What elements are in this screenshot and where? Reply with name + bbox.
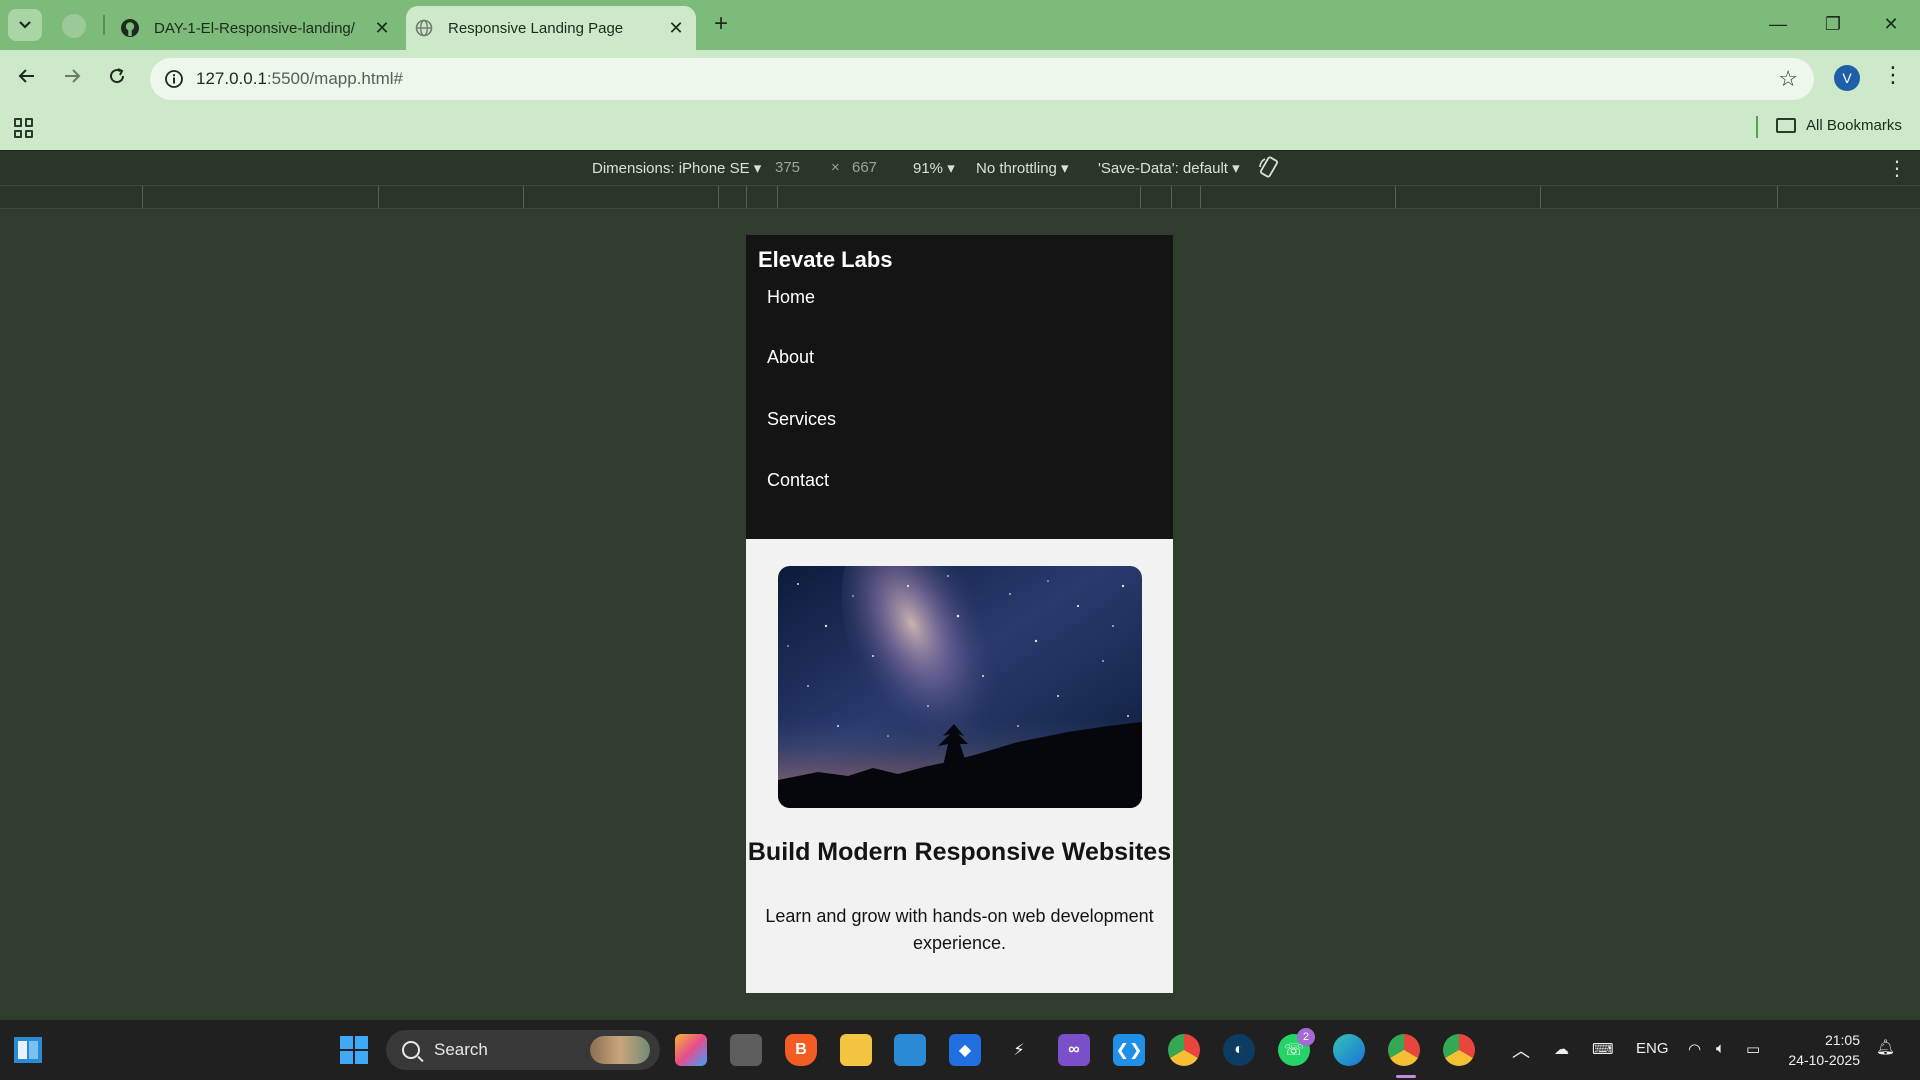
language-indicator[interactable]: ENG (1636, 1040, 1669, 1057)
nav-item-about: About (758, 327, 1161, 389)
forward-button[interactable] (57, 64, 87, 94)
url-text[interactable]: 127.0.0.1:5500/mapp.html# (196, 69, 403, 89)
address-bar[interactable]: 127.0.0.1:5500/mapp.html# ☆ (150, 58, 1814, 100)
wifi-icon[interactable]: ◠ (1688, 1040, 1701, 1058)
github-icon (120, 18, 140, 38)
keyboard-icon[interactable]: ⌨ (1592, 1040, 1614, 1058)
tab-title: Responsive Landing Page (448, 19, 624, 37)
site-info-icon[interactable] (162, 67, 186, 91)
globe-icon (414, 18, 434, 38)
task-view-icon[interactable] (730, 1034, 762, 1066)
apps-grid-icon[interactable] (14, 118, 34, 138)
media-query-ruler (0, 185, 1920, 209)
file-explorer-icon[interactable] (840, 1034, 872, 1066)
restore-button[interactable]: ❐ (1818, 10, 1848, 38)
bookmarks-bar: All Bookmarks (0, 108, 1920, 150)
visual-studio-icon[interactable]: ∞ (1058, 1034, 1090, 1066)
nav-item-contact: Contact (758, 450, 1161, 512)
back-arrow-icon (18, 69, 34, 83)
site-logo[interactable]: Elevate Labs (758, 247, 1161, 273)
tab-separator (103, 15, 105, 35)
reload-button[interactable] (102, 64, 132, 94)
forward-arrow-icon (65, 69, 81, 83)
throttling-select[interactable]: No throttling ▾ (976, 159, 1069, 177)
brave-icon[interactable]: B (785, 1034, 817, 1066)
viewport-width-input[interactable]: 375 (775, 159, 800, 176)
chrome-profile-icon[interactable] (1388, 1034, 1420, 1066)
new-tab-button[interactable]: + (708, 12, 734, 38)
emulated-viewport: Elevate Labs Home About Services Contact (746, 235, 1173, 993)
whatsapp-unread-badge: 2 (1297, 1028, 1315, 1046)
search-highlight-image (590, 1036, 650, 1064)
clock-time: 21:05 (1824, 1032, 1860, 1048)
windows-start-icon[interactable] (338, 1034, 370, 1066)
search-icon (402, 1041, 420, 1059)
url-path: :5500/mapp.html# (266, 69, 403, 88)
device-toolbar-menu-icon[interactable]: ⋮ (1887, 156, 1907, 181)
edge-icon[interactable] (1333, 1034, 1365, 1066)
chrome-icon[interactable] (1168, 1034, 1200, 1066)
notification-bell-icon[interactable]: 🔔︎ (1876, 1038, 1895, 1056)
viewport-height-input[interactable]: 667 (852, 159, 877, 176)
hero-section: Build Modern Responsive Websites Learn a… (746, 539, 1173, 957)
nav-item-services: Services (758, 389, 1161, 451)
tab-close-icon[interactable]: ✕ (662, 18, 690, 39)
tab-close-icon[interactable]: ✕ (368, 18, 396, 39)
nav-link-services[interactable]: Services (767, 409, 836, 430)
dropbox-icon[interactable]: ◆ (949, 1034, 981, 1066)
device-toolbar: Dimensions: iPhone SE ▾ 375 × 667 91% ▾ … (0, 150, 1920, 185)
show-hidden-icons[interactable]: ︿ (1512, 1037, 1530, 1063)
tab-search-button[interactable] (8, 9, 42, 41)
hero-image (777, 566, 1142, 808)
system-clock[interactable]: 21:05 24-10-2025 (1780, 1030, 1860, 1070)
browser-menu-icon[interactable]: ⋮ (1882, 62, 1904, 88)
tab-github[interactable]: DAY-1-El-Responsive-landing/ ✕ (112, 6, 402, 50)
all-bookmarks-button[interactable]: All Bookmarks (1776, 117, 1902, 134)
reload-icon (110, 68, 125, 84)
save-data-select[interactable]: 'Save-Data': default ▾ (1098, 159, 1240, 177)
vscode-icon[interactable]: ❮❯ (1113, 1034, 1145, 1066)
close-window-button[interactable]: ✕ (1876, 10, 1906, 38)
windows-taskbar: Search B ◆ ⚡ ∞ ❮❯ ◐ ☏ 2 ︿ ☁ ⌨ ENG ◠ 🔈︎ ▭… (0, 1020, 1920, 1080)
copilot-icon[interactable] (675, 1034, 707, 1066)
nav-item-home: Home (758, 287, 1161, 327)
nav-link-about[interactable]: About (767, 347, 814, 368)
folder-icon (1776, 118, 1796, 133)
url-host: 127.0.0.1 (196, 69, 267, 88)
clock-date: 24-10-2025 (1788, 1052, 1860, 1068)
nav-link-contact[interactable]: Contact (767, 470, 829, 491)
browser-toolbar: 127.0.0.1:5500/mapp.html# ☆ V ⋮ (0, 50, 1920, 108)
battery-icon[interactable]: ▭ (1746, 1040, 1760, 1058)
dimension-times-sign: × (831, 159, 840, 176)
tab-responsive-landing[interactable]: Responsive Landing Page ✕ (406, 6, 696, 50)
widgets-icon[interactable] (12, 1034, 44, 1066)
bookmarks-divider (1756, 116, 1758, 138)
pinned-tab[interactable] (62, 14, 86, 38)
all-bookmarks-label: All Bookmarks (1806, 117, 1902, 134)
cursor-app-icon[interactable]: ⚡ (1003, 1034, 1035, 1066)
hero-description: Learn and grow with hands-on web develop… (765, 906, 1154, 953)
active-app-indicator (1396, 1075, 1416, 1078)
profile-avatar[interactable]: V (1834, 65, 1860, 91)
onedrive-icon[interactable]: ☁ (1554, 1040, 1569, 1058)
search-label: Search (434, 1040, 488, 1059)
chrome-profile-2-icon[interactable] (1443, 1034, 1475, 1066)
hero-title: Build Modern Responsive Websites (747, 838, 1172, 866)
volume-icon[interactable]: 🔈︎ (1716, 1040, 1725, 1057)
wave-app-icon[interactable]: ◐ (1223, 1034, 1255, 1066)
site-navbar: Elevate Labs Home About Services Contact (746, 235, 1173, 539)
taskbar-search[interactable]: Search (386, 1030, 660, 1070)
chevron-down-icon (19, 21, 31, 29)
bookmark-star-icon[interactable]: ☆ (1778, 66, 1798, 92)
microsoft-store-icon[interactable] (894, 1034, 926, 1066)
rotate-icon[interactable] (1257, 155, 1281, 183)
device-dimensions-select[interactable]: Dimensions: iPhone SE ▾ (592, 159, 761, 177)
minimize-button[interactable]: — (1763, 10, 1793, 38)
nav-links: Home About Services Contact (758, 287, 1161, 512)
tab-strip: DAY-1-El-Responsive-landing/ ✕ Responsiv… (0, 0, 1920, 50)
nav-link-home[interactable]: Home (767, 287, 815, 308)
back-button[interactable] (12, 64, 42, 94)
zoom-select[interactable]: 91% ▾ (913, 159, 955, 177)
tab-title: DAY-1-El-Responsive-landing/ (154, 19, 355, 37)
